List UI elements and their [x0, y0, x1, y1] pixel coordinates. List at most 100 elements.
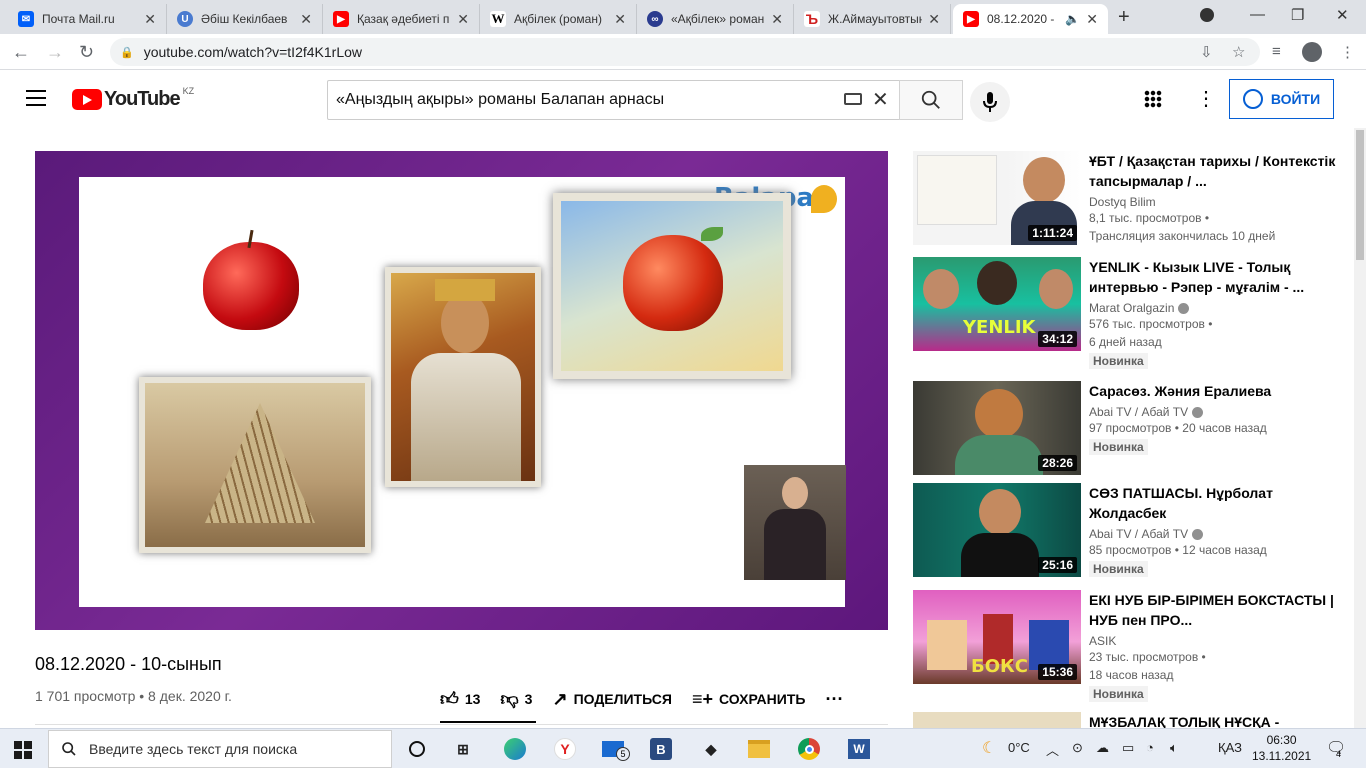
rec-channel: ASIK [1089, 634, 1117, 648]
onedrive-icon[interactable]: ☁ [1096, 740, 1109, 756]
taskbar-search-input[interactable]: Введите здесь текст для поиска [48, 730, 392, 768]
lock-icon[interactable]: 🔒 [120, 46, 134, 59]
star-icon[interactable]: ☆ [1232, 43, 1245, 61]
recommendation-item[interactable]: МҰЗБАЛАҚ ТОЛЫҚ НҰСҚА - [913, 712, 1353, 728]
mic-icon [983, 92, 997, 112]
tray-chevron-icon[interactable]: ︿ [1046, 740, 1059, 759]
new-tab-icon[interactable]: + [1118, 6, 1130, 29]
scrollbar[interactable] [1354, 128, 1366, 728]
video-thumbnail: 25:16 [913, 483, 1081, 577]
notification-count: 4 [1336, 749, 1342, 759]
scrollbar-thumb[interactable] [1356, 130, 1364, 260]
media-control-icon[interactable]: ≡ [1272, 43, 1281, 60]
settings-dots-icon[interactable]: ⋮ [1196, 86, 1216, 111]
install-icon[interactable]: ⇩ [1200, 43, 1213, 61]
file-explorer-icon[interactable] [746, 737, 772, 761]
menu-icon[interactable]: ⋮ [1340, 43, 1355, 61]
chrome-icon[interactable] [796, 737, 822, 761]
search-input[interactable]: «Аңыздың ақыры» романы Балапан арнасы ✕ [327, 80, 900, 120]
recommendation-item[interactable]: YENLIK 34:12 YENLIK - Кызык LIVE - Толық… [913, 257, 1353, 369]
tray-app-icon[interactable]: ⊙ [1072, 740, 1083, 756]
more-actions-button[interactable]: ··· [825, 689, 843, 710]
task-view-icon[interactable]: ⊞ [450, 737, 476, 761]
dropbox-icon[interactable]: ◆ [698, 737, 724, 761]
close-icon[interactable]: ✕ [928, 11, 940, 28]
recommendation-item[interactable]: БОКС 15:36 ЕКІ НУБ БІР-БІРІМЕН БОКСТАСТЫ… [913, 590, 1353, 702]
battery-icon[interactable]: ▭ [1122, 740, 1134, 756]
tab-search-icon[interactable] [1200, 8, 1214, 22]
volume-icon[interactable]: 🔈︎ [1170, 740, 1178, 756]
video-thumbnail: 1:11:24 [913, 151, 1081, 245]
like-button[interactable]: 👍︎ 13 [440, 688, 480, 710]
rec-age: 18 часов назад [1089, 668, 1174, 682]
dislike-button[interactable]: 👎︎ 3 [500, 688, 532, 710]
minimize-icon[interactable]: — [1250, 6, 1265, 23]
search-button[interactable] [899, 80, 963, 120]
windows-start-icon[interactable] [14, 741, 32, 759]
tab-mail[interactable]: ✉ Почта Mail.ru ✕ [8, 4, 167, 34]
wormy-apple-painting [553, 193, 791, 379]
weather-temp[interactable]: 0°C [1008, 740, 1030, 755]
speaker-icon[interactable]: 🔈 [1065, 12, 1080, 26]
youtube-logo[interactable]: YouTube KZ [72, 86, 194, 111]
wifi-icon[interactable]: ◔ [1146, 740, 1154, 755]
close-icon[interactable]: ✕ [771, 11, 783, 28]
verified-icon [1192, 529, 1204, 541]
clear-icon[interactable]: ✕ [872, 87, 889, 112]
cortana-icon[interactable] [404, 737, 430, 761]
youtube-play-icon [72, 89, 102, 110]
yandex-icon[interactable]: Y [552, 737, 578, 761]
reload-icon[interactable]: ↻ [79, 42, 94, 63]
mail-app-icon[interactable]: 5 [600, 737, 630, 761]
recommendation-item[interactable]: 28:26 Сарасөз. Жәния Ералиева Abai TV / … [913, 381, 1353, 477]
weather-icon[interactable]: ☾ [982, 738, 996, 758]
youtube-icon: ▶ [963, 11, 979, 27]
tab-title: Қазақ әдебиеті п [357, 12, 450, 26]
tab-akbilek-wiki[interactable]: W Ақбілек (роман) ✕ [480, 4, 637, 34]
tab-title: «Ақбілек» роман [671, 12, 765, 26]
voice-search-button[interactable] [970, 82, 1010, 122]
profile-icon[interactable] [1302, 42, 1322, 62]
close-icon[interactable]: ✕ [144, 11, 156, 28]
apps-grid-icon[interactable] [1144, 90, 1162, 108]
close-icon[interactable]: ✕ [457, 11, 469, 28]
hamburger-icon[interactable] [26, 90, 46, 106]
edge-icon[interactable] [502, 737, 528, 761]
sign-language-inset [744, 465, 846, 580]
clock[interactable]: 06:30 13.11.2021 [1252, 732, 1311, 764]
url-field[interactable]: 🔒 youtube.com/watch?v=tI2f4K1rLow [110, 38, 1260, 66]
tab-current-video[interactable]: ▶ 08.12.2020 - 🔈 ✕ [953, 4, 1108, 34]
tab-akbilek-novel[interactable]: ∞ «Ақбілек» роман ✕ [637, 4, 794, 34]
login-button[interactable]: ВОЙТИ [1229, 79, 1334, 119]
mail-icon: ✉ [18, 11, 34, 27]
vk-b-icon[interactable]: B [648, 737, 674, 761]
close-window-icon[interactable]: ✕ [1336, 6, 1349, 24]
video-player[interactable]: Balapan [35, 151, 888, 630]
recommendation-item[interactable]: 25:16 СӨЗ ПАТШАСЫ. Нұрболат Жолдасбек Ab… [913, 483, 1353, 579]
new-badge: Новинка [1089, 686, 1148, 702]
close-icon[interactable]: ✕ [614, 11, 626, 28]
divider [35, 724, 888, 725]
recommendation-item[interactable]: 1:11:24 ҰБТ / Қазақстан тарихы / Контекс… [913, 151, 1353, 247]
tab-kazakh-literature[interactable]: ▶ Қазақ әдебиеті п ✕ [323, 4, 480, 34]
search-value: «Аңыздың ақыры» романы Балапан арнасы [336, 91, 665, 108]
rec-channel: Abai TV / Абай TV [1089, 405, 1353, 419]
share-button[interactable]: ↗ ПОДЕЛИТЬСЯ [552, 689, 672, 710]
save-button[interactable]: ≡+ СОХРАНИТЬ [692, 689, 805, 710]
language-indicator[interactable]: ҚАЗ [1218, 740, 1242, 755]
share-icon: ↗ [552, 688, 568, 709]
forward-icon[interactable]: → [46, 42, 64, 63]
close-icon[interactable]: ✕ [300, 11, 312, 28]
new-badge: Новинка [1089, 439, 1148, 455]
duration: 25:16 [1038, 557, 1077, 573]
close-icon[interactable]: ✕ [1086, 11, 1098, 28]
keyboard-icon[interactable] [844, 93, 862, 105]
verified-icon [1192, 407, 1204, 419]
tab-kekilbaev[interactable]: U Әбіш Кекілбаев ✕ [167, 4, 323, 34]
back-icon[interactable]: ← [12, 42, 30, 63]
login-label: ВОЙТИ [1270, 91, 1321, 107]
video-actions: 👍︎ 13 👎︎ 3 ↗ ПОДЕЛИТЬСЯ ≡+ СОХРАНИТЬ ··· [440, 688, 863, 710]
word-icon[interactable]: W [846, 737, 872, 761]
restore-icon[interactable]: ❐ [1291, 6, 1304, 24]
tab-aimauytov[interactable]: Ъ Ж.Аймауытовтың ✕ [794, 4, 951, 34]
